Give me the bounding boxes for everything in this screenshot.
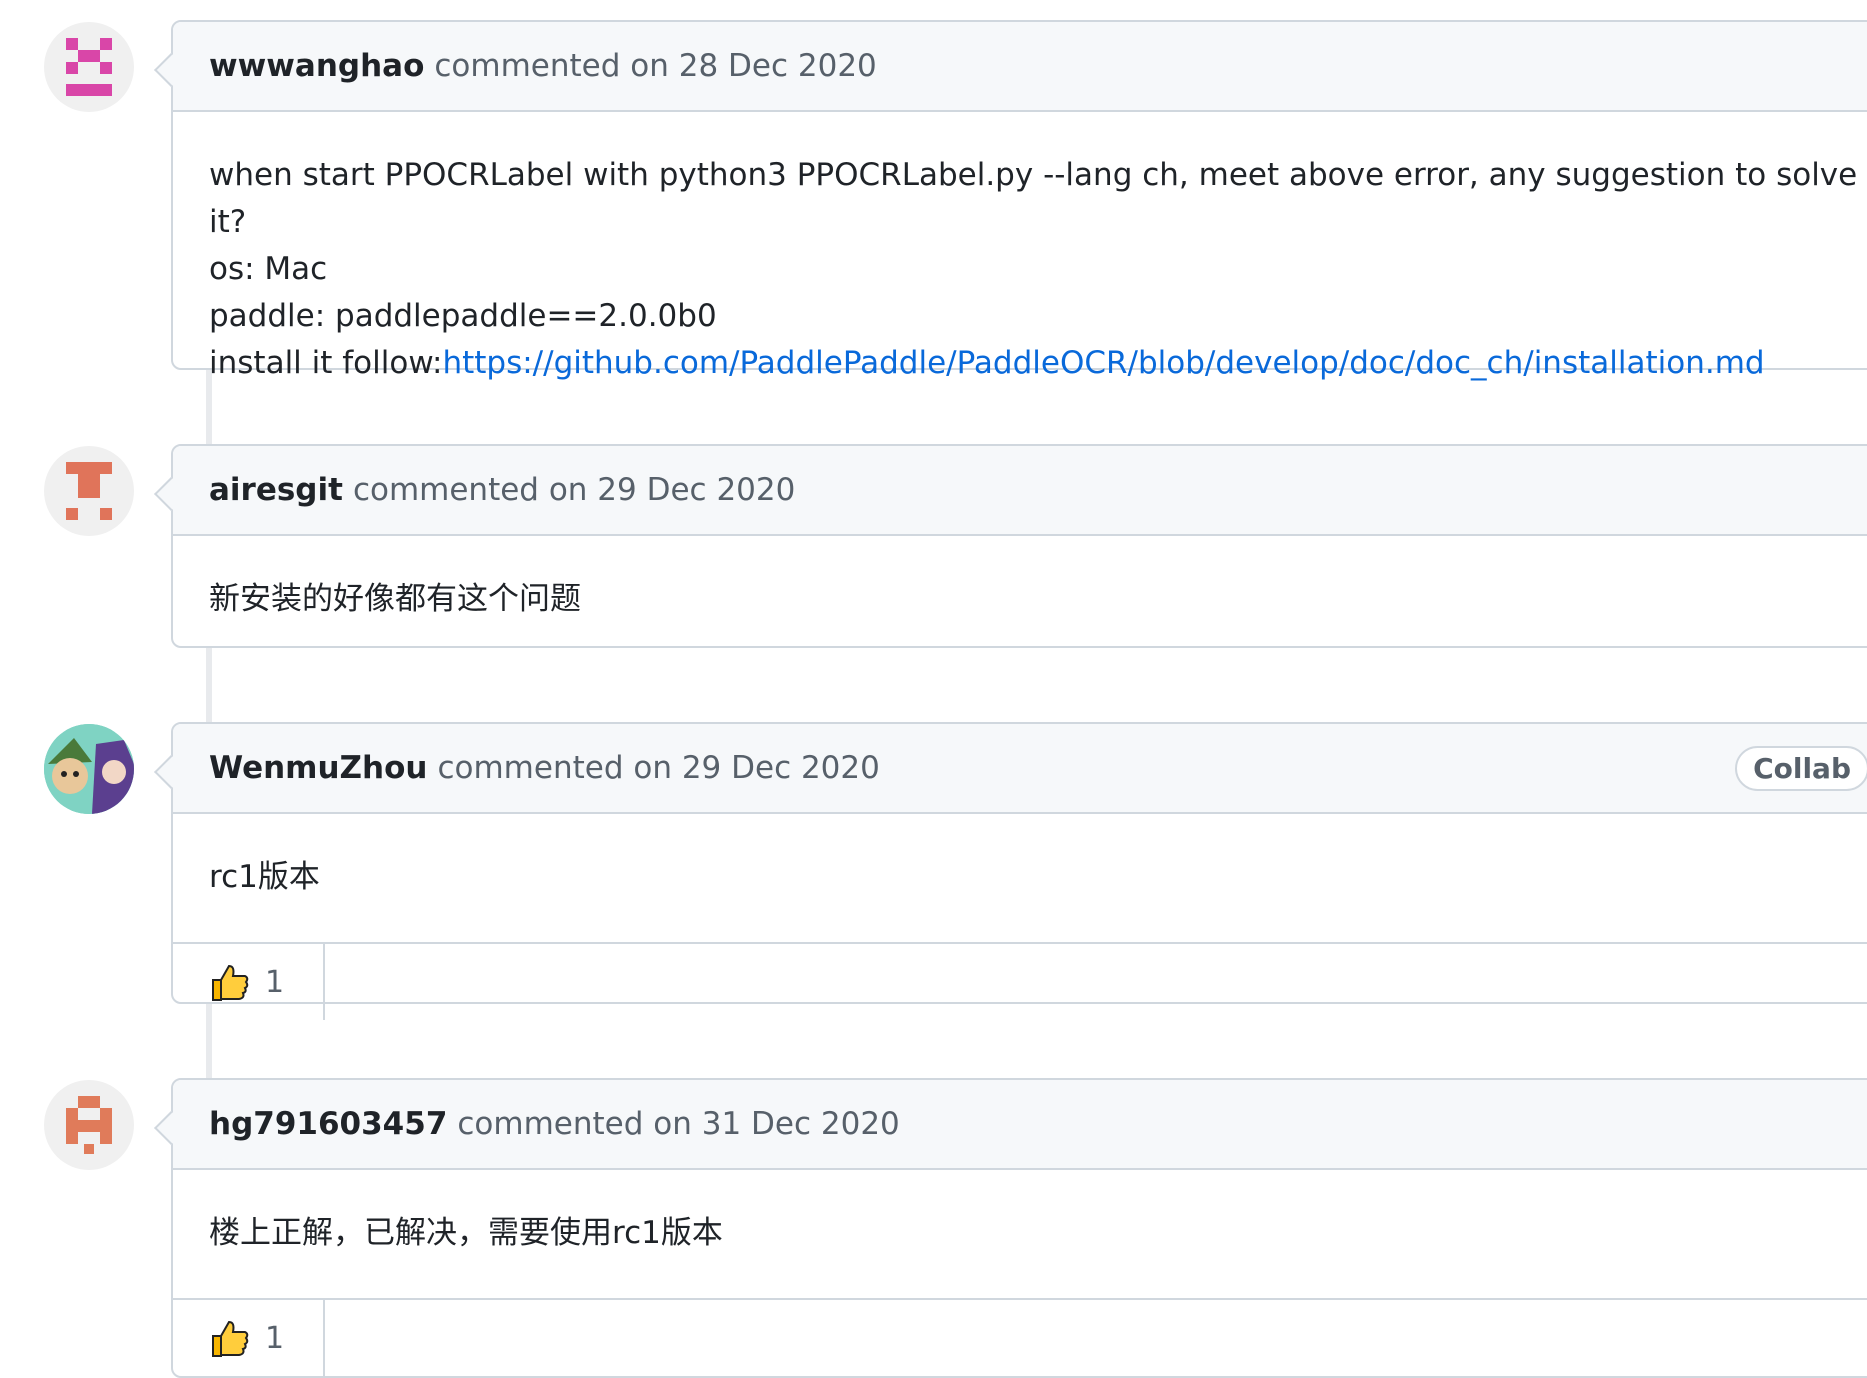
comment-card: wwwanghao commented on 28 Dec 2020 when … bbox=[171, 20, 1867, 381]
comment-card: WenmuZhou commented on 29 Dec 2020 Colla… bbox=[171, 722, 1867, 1020]
identicon-icon bbox=[66, 38, 112, 96]
comment-text-line: rc1版本 bbox=[209, 859, 320, 895]
installation-doc-link[interactable]: https://github.com/PaddlePaddle/PaddleOC… bbox=[442, 345, 1764, 381]
avatar-hg791603457[interactable] bbox=[44, 1080, 134, 1170]
comment-card: hg791603457 commented on 31 Dec 2020 楼上正… bbox=[171, 1078, 1867, 1378]
comment-timestamp[interactable]: commented on 31 Dec 2020 bbox=[457, 1106, 899, 1142]
identicon-icon bbox=[66, 462, 112, 520]
reactions-bar: 1 bbox=[173, 942, 1867, 1020]
comment-author-link[interactable]: wwwanghao bbox=[209, 48, 424, 84]
comment-header: airesgit commented on 29 Dec 2020 bbox=[173, 446, 1867, 536]
comment-card: airesgit commented on 29 Dec 2020 新安装的好像… bbox=[171, 444, 1867, 648]
comment-text-line: when start PPOCRLabel with python3 PPOCR… bbox=[209, 157, 1858, 240]
comment-body: when start PPOCRLabel with python3 PPOCR… bbox=[173, 112, 1867, 387]
avatar-wenmuzhou[interactable] bbox=[44, 724, 134, 814]
comment-header: hg791603457 commented on 31 Dec 2020 bbox=[173, 1080, 1867, 1170]
comment-body: rc1版本 bbox=[173, 814, 1867, 928]
thumbs-up-reaction-button[interactable]: 1 bbox=[173, 1300, 325, 1376]
comment-author-link[interactable]: hg791603457 bbox=[209, 1106, 447, 1142]
thumbs-up-icon bbox=[212, 964, 249, 1001]
timeline-connector bbox=[206, 648, 212, 724]
comment-timestamp[interactable]: commented on 29 Dec 2020 bbox=[437, 750, 879, 786]
comment-timestamp[interactable]: commented on 28 Dec 2020 bbox=[434, 48, 876, 84]
reaction-count: 1 bbox=[265, 1320, 285, 1356]
comment-header: wwwanghao commented on 28 Dec 2020 bbox=[173, 22, 1867, 112]
thumbs-up-reaction-button[interactable]: 1 bbox=[173, 944, 325, 1020]
comment-header: WenmuZhou commented on 29 Dec 2020 Colla… bbox=[173, 724, 1867, 814]
comment-timestamp[interactable]: commented on 29 Dec 2020 bbox=[353, 472, 795, 508]
comment-author-link[interactable]: airesgit bbox=[209, 472, 343, 508]
avatar-airesgit[interactable] bbox=[44, 446, 134, 536]
install-prefix: install it follow: bbox=[209, 345, 443, 381]
reactions-bar: 1 bbox=[173, 1298, 1867, 1376]
comment-text-line: 楼上正解，已解决，需要使用rc1版本 bbox=[209, 1215, 723, 1251]
comment-text-line: os: Mac bbox=[209, 251, 328, 287]
thumbs-up-icon bbox=[212, 1320, 249, 1357]
cartoon-avatar-icon bbox=[44, 724, 134, 814]
comment-text-line: install it follow:https://github.com/Pad… bbox=[209, 340, 1867, 387]
identicon-icon bbox=[66, 1096, 112, 1154]
comment-body: 新安装的好像都有这个问题 bbox=[173, 536, 1867, 623]
comment-body: 楼上正解，已解决，需要使用rc1版本 bbox=[173, 1170, 1867, 1284]
avatar-wwwanghao[interactable] bbox=[44, 22, 134, 112]
comment-text-line: 新安装的好像都有这个问题 bbox=[209, 581, 581, 617]
comment-text-line: paddle: paddlepaddle==2.0.0b0 bbox=[209, 298, 717, 334]
collaborator-badge: Collab bbox=[1735, 746, 1867, 791]
comment-author-link[interactable]: WenmuZhou bbox=[209, 750, 427, 786]
reaction-count: 1 bbox=[265, 964, 285, 1000]
